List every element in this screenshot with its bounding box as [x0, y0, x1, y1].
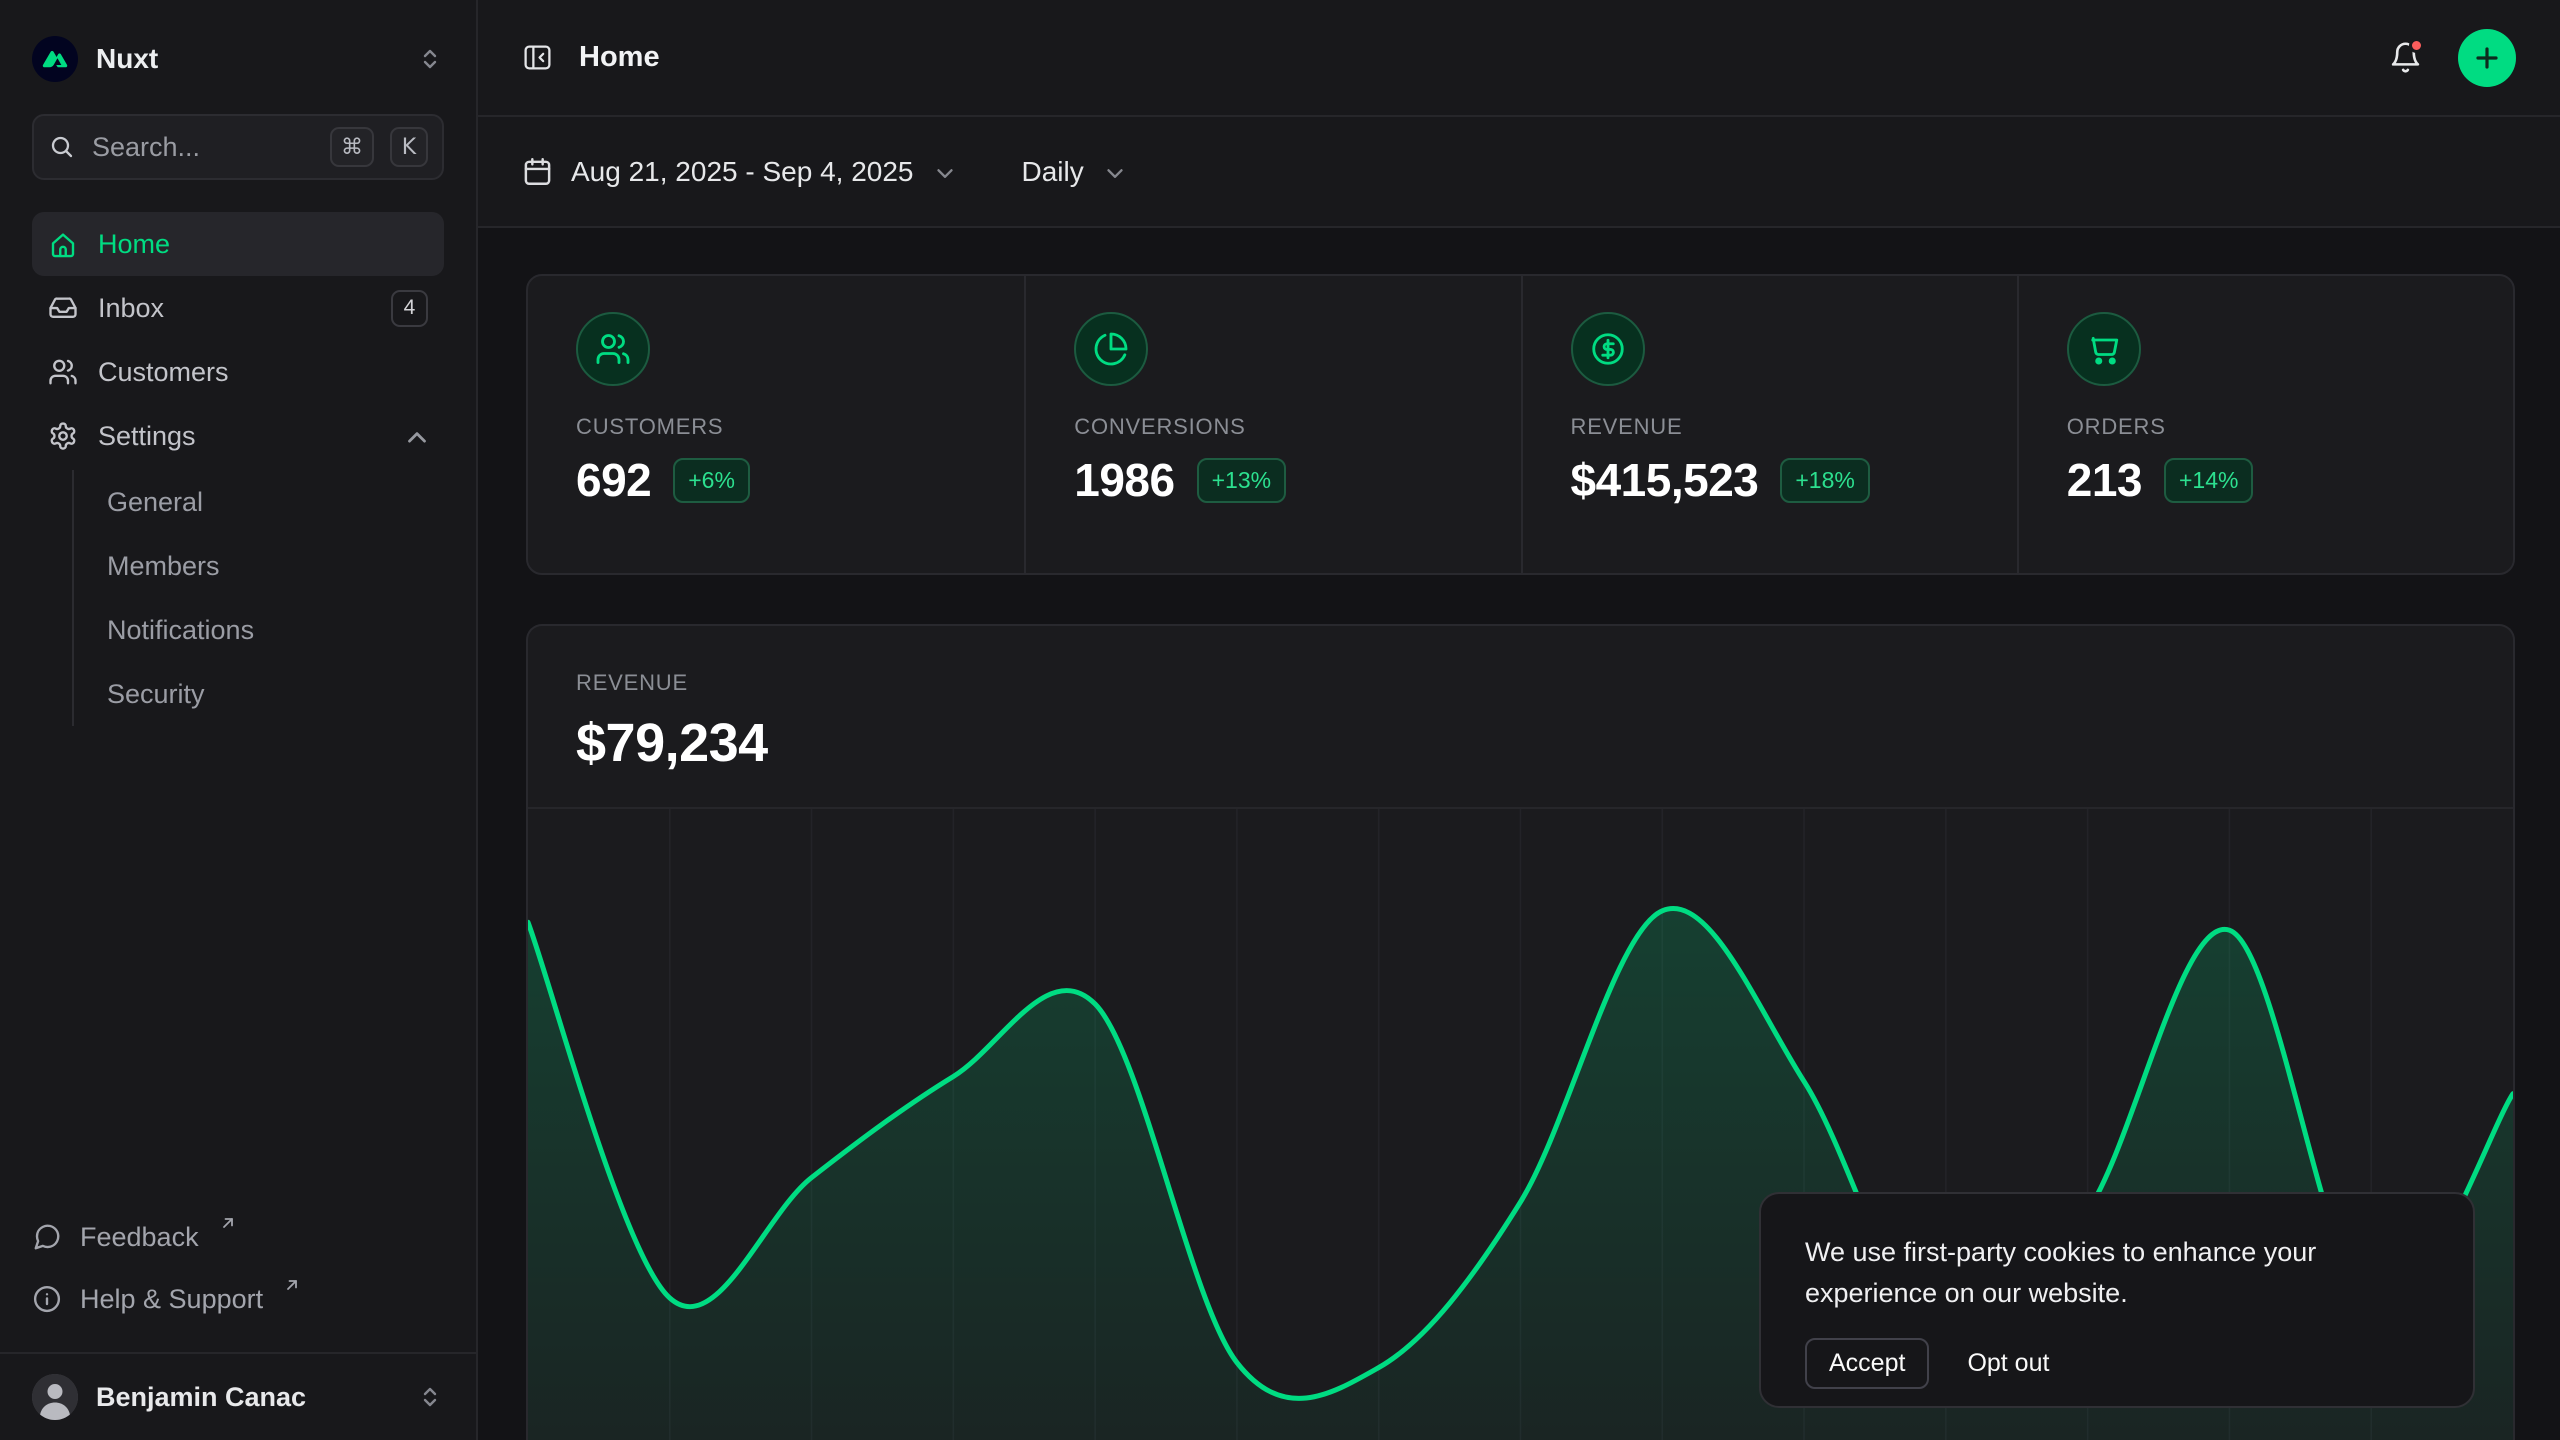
chevron-down-icon	[932, 160, 958, 186]
sidebar: Nuxt Search... ⌘ K Home Inbox 4 Customers Se…	[0, 0, 478, 1440]
users-icon	[48, 357, 78, 387]
sidebar-item-home[interactable]: Home	[32, 212, 444, 276]
search-placeholder: Search...	[92, 132, 314, 163]
revenue-card-value: $79,234	[576, 712, 2465, 774]
calendar-icon	[522, 156, 553, 187]
users-icon	[576, 312, 650, 386]
sidebar-subitem-notifications[interactable]: Notifications	[74, 598, 444, 662]
sidebar-item-label: Customers	[98, 357, 229, 388]
inbox-icon	[48, 293, 78, 323]
nuxt-logo-icon	[32, 36, 78, 82]
stat-delta-badge: +18%	[1780, 458, 1869, 503]
message-bubble-icon	[32, 1222, 62, 1252]
user-name: Benjamin Canac	[96, 1382, 306, 1413]
cookie-actions: Accept Opt out	[1805, 1338, 2429, 1389]
user-avatar	[32, 1374, 78, 1420]
kbd-k: K	[390, 127, 428, 167]
sidebar-footer: Feedback Help & Support Benjamin Canac	[0, 1206, 476, 1440]
filter-toolbar: Aug 21, 2025 - Sep 4, 2025 Daily	[478, 117, 2560, 228]
stat-card-customers[interactable]: CUSTOMERS 692 +6%	[528, 276, 1024, 573]
stat-label: ORDERS	[2067, 414, 2465, 440]
home-icon	[48, 229, 78, 259]
chevron-down-icon	[1102, 160, 1128, 186]
stat-card-revenue[interactable]: REVENUE $415,523 +18%	[1521, 276, 2017, 573]
sidebar-subitem-members[interactable]: Members	[74, 534, 444, 598]
sidebar-item-settings[interactable]: Settings	[32, 404, 444, 468]
chevron-up-down-icon	[416, 45, 444, 73]
stat-delta-badge: +14%	[2164, 458, 2253, 503]
stat-label: REVENUE	[1571, 414, 1969, 440]
sidebar-collapse-icon[interactable]	[522, 42, 553, 73]
cookie-optout-button[interactable]: Opt out	[1967, 1349, 2049, 1378]
chevron-up-icon	[402, 423, 428, 449]
footer-link-feedback[interactable]: Feedback	[32, 1206, 444, 1268]
page-title: Home	[579, 41, 660, 74]
stat-value: 213	[2067, 453, 2142, 507]
notifications-button[interactable]	[2389, 41, 2422, 74]
kbd-cmd: ⌘	[330, 127, 374, 167]
sidebar-item-label: Inbox	[98, 293, 164, 324]
stat-value: 1986	[1074, 453, 1174, 507]
stat-card-conversions[interactable]: CONVERSIONS 1986 +13%	[1024, 276, 1520, 573]
revenue-card-header: REVENUE $79,234	[528, 626, 2513, 807]
external-arrow-icon	[283, 1276, 301, 1294]
stat-value: 692	[576, 453, 651, 507]
date-range-label: Aug 21, 2025 - Sep 4, 2025	[571, 156, 914, 188]
period-label: Daily	[1022, 156, 1084, 188]
cart-icon	[2067, 312, 2141, 386]
stats-panel: CUSTOMERS 692 +6% CONVERSIONS 1986 +13% REVENU…	[526, 274, 2515, 575]
revenue-card-label: REVENUE	[576, 670, 2465, 696]
sidebar-subitem-general[interactable]: General	[74, 470, 444, 534]
inbox-count-badge: 4	[391, 290, 428, 327]
settings-children: GeneralMembersNotificationsSecurity	[72, 470, 444, 726]
team-name: Nuxt	[96, 43, 158, 75]
stat-card-orders[interactable]: ORDERS 213 +14%	[2017, 276, 2513, 573]
dollar-circle-icon	[1571, 312, 1645, 386]
search-icon	[48, 133, 76, 161]
cookie-banner: We use first-party cookies to enhance yo…	[1759, 1192, 2475, 1408]
header-actions	[2389, 29, 2516, 87]
page-header: Home	[478, 0, 2560, 117]
sidebar-nav: Home Inbox 4 Customers Settings GeneralMember…	[32, 212, 444, 726]
plus-icon	[2473, 44, 2501, 72]
chevron-up-down-icon	[416, 1383, 444, 1411]
sidebar-item-label: Settings	[98, 421, 196, 452]
gear-icon	[48, 421, 78, 451]
period-select[interactable]: Daily	[1022, 156, 1128, 188]
footer-links: Feedback Help & Support	[32, 1206, 444, 1330]
footer-link-label: Help & Support	[80, 1284, 263, 1315]
search-input[interactable]: Search... ⌘ K	[32, 114, 444, 180]
team-switcher[interactable]: Nuxt	[20, 26, 456, 92]
stat-delta-badge: +6%	[673, 458, 750, 503]
user-menu[interactable]: Benjamin Canac	[0, 1352, 476, 1440]
external-arrow-icon	[219, 1214, 237, 1232]
stat-delta-badge: +13%	[1197, 458, 1286, 503]
date-range-picker[interactable]: Aug 21, 2025 - Sep 4, 2025	[522, 156, 958, 188]
stat-label: CONVERSIONS	[1074, 414, 1472, 440]
sidebar-item-customers[interactable]: Customers	[32, 340, 444, 404]
cookie-accept-button[interactable]: Accept	[1805, 1338, 1929, 1389]
footer-link-help-support[interactable]: Help & Support	[32, 1268, 444, 1330]
footer-link-label: Feedback	[80, 1222, 199, 1253]
stat-value: $415,523	[1571, 453, 1759, 507]
info-circle-icon	[32, 1284, 62, 1314]
main-area: Home Aug 21, 2025 - Sep 4, 2025	[478, 0, 2560, 1440]
sidebar-item-label: Home	[98, 229, 170, 260]
sidebar-subitem-security[interactable]: Security	[74, 662, 444, 726]
app-window: Nuxt Search... ⌘ K Home Inbox 4 Customers Se…	[0, 0, 2560, 1440]
stat-label: CUSTOMERS	[576, 414, 976, 440]
sidebar-item-inbox[interactable]: Inbox 4	[32, 276, 444, 340]
pie-chart-icon	[1074, 312, 1148, 386]
cookie-message: We use first-party cookies to enhance yo…	[1805, 1232, 2429, 1314]
add-button[interactable]	[2458, 29, 2516, 87]
notification-dot	[2409, 38, 2424, 53]
